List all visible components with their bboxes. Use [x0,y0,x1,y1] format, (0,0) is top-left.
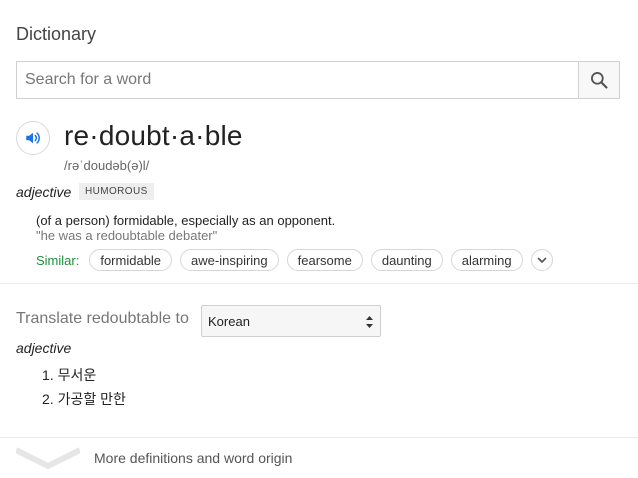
language-select[interactable]: Korean [201,305,381,337]
phonetic: /rəˈdoudəb(ə)l/ [64,158,150,173]
similar-chip-alarming[interactable]: alarming [450,249,523,271]
language-select-value: Korean [208,313,250,329]
similar-chip-awe-inspiring[interactable]: awe-inspiring [180,249,279,271]
search-icon [591,72,608,89]
usage-badge: HUMOROUS [79,183,154,200]
similar-chip-fearsome[interactable]: fearsome [286,249,363,271]
example-sentence: "he was a redoubtable debater" [36,228,218,243]
expand-chevron-icon [14,447,82,469]
translate-label: Translate redoubtable to [16,310,189,327]
dictionary-card: Dictionary re·doubt·a·ble /rəˈdoudəb(ə)l… [0,0,638,478]
search-box [16,61,620,99]
sort-arrows-icon [366,316,373,328]
similar-chip-formidable[interactable]: formidable [89,249,173,271]
expand-toggle[interactable] [14,446,82,475]
chevron-down-icon [537,257,546,263]
similar-words: Similar: formidable awe-inspiring fearso… [36,249,553,271]
more-similar-button[interactable] [530,249,553,271]
speaker-icon [26,132,40,144]
definition: (of a person) formidable, especially as … [36,213,336,228]
translation-item: 2. 가공할 만한 [42,391,126,407]
section-divider [0,283,638,284]
translation-part-of-speech: adjective [16,340,72,356]
similar-chip-daunting[interactable]: daunting [370,249,443,271]
search-input[interactable] [17,62,578,98]
footer-divider [0,437,638,438]
part-of-speech: adjective [16,184,72,200]
more-definitions-link[interactable]: More definitions and word origin [94,450,292,466]
translation-item: 1. 무서운 [42,367,97,383]
search-button[interactable] [578,62,619,98]
pronounce-button[interactable] [16,121,50,155]
headword: re·doubt·a·ble [64,120,243,151]
translation-list: 1. 무서운 2. 가공할 만한 [42,366,126,414]
similar-label: Similar: [36,252,80,268]
card-title: Dictionary [16,24,97,44]
